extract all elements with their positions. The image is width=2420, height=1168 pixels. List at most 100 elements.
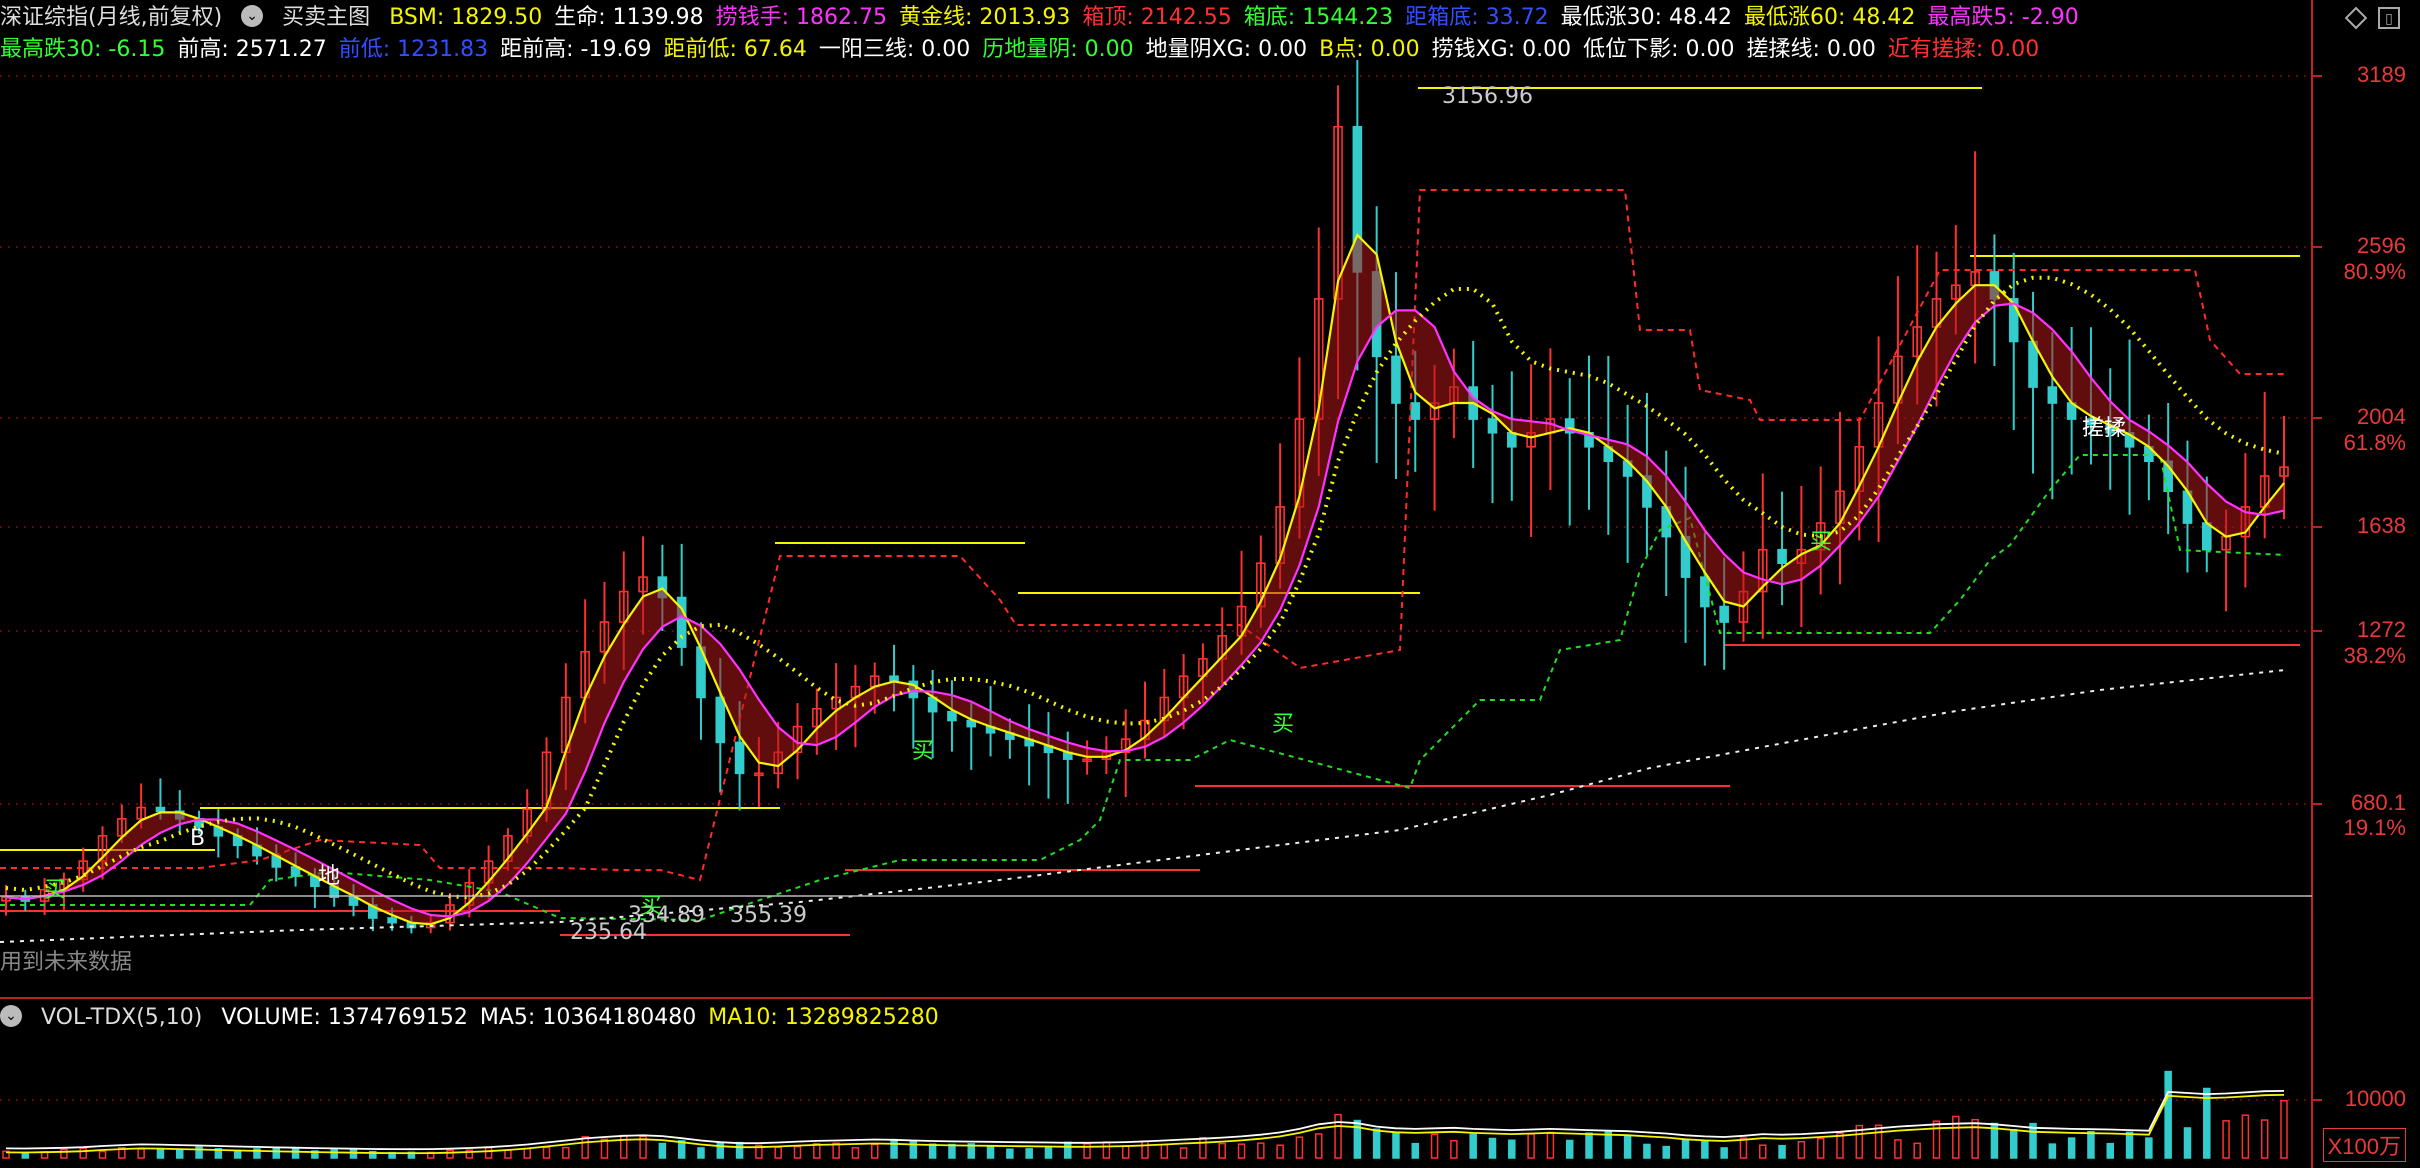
buy-marker-4: 买 [1272, 712, 1295, 737]
candlesticks[interactable] [1, 60, 2289, 934]
volume-bar [1102, 1141, 1111, 1159]
diamond-icon[interactable] [2344, 6, 2368, 30]
volume-bar [793, 1145, 802, 1159]
candle[interactable] [2047, 386, 2058, 404]
volume-bar [330, 1148, 338, 1159]
indicator-item: 捞钱XG: 0.00 [1431, 37, 1572, 62]
indicator-item: 距前低: 67.64 [663, 37, 807, 62]
formula-name[interactable]: 买卖主图 [282, 5, 370, 30]
volume-bar [1797, 1141, 1806, 1159]
indicator-item: 黄金线: 2013.93 [899, 5, 1071, 30]
volume-bar [1759, 1144, 1767, 1159]
volume-bar [542, 1146, 551, 1159]
volume-bar [1604, 1131, 1613, 1159]
candle[interactable] [715, 696, 726, 744]
candle[interactable] [2201, 522, 2212, 551]
volume-bar [1295, 1136, 1304, 1159]
volume-bar [1372, 1128, 1381, 1159]
volume-bar [1141, 1140, 1149, 1159]
chart-title[interactable]: 深证综指(月线,前复权) [0, 5, 222, 30]
price-tick-label: 1638 [2357, 513, 2406, 538]
volume-bar [1257, 1142, 1265, 1159]
volume-bar [1662, 1145, 1670, 1159]
volume-bar [1179, 1147, 1188, 1159]
indicator-item: 最低涨60: 48.42 [1743, 5, 1916, 30]
volume-bars[interactable] [2, 1070, 2288, 1159]
volume-indicator-name[interactable]: VOL-TDX(5,10) [41, 1005, 202, 1030]
volume-bar [1874, 1124, 1883, 1159]
ma-band-fill [6, 235, 2284, 925]
candle[interactable] [1700, 576, 1710, 608]
volume-bar [1894, 1139, 1902, 1159]
volume-bar [870, 1143, 879, 1159]
percent-tick-label: 80.9% [2343, 259, 2406, 284]
chevron-down-icon[interactable]: ⌄ [241, 5, 264, 27]
chevron-down-icon[interactable]: ⌄ [0, 1005, 22, 1027]
candle[interactable] [1391, 355, 1401, 404]
volume-bar [697, 1147, 705, 1159]
candle[interactable] [1719, 605, 1729, 623]
volume-bar [1430, 1133, 1439, 1159]
grid-lines [0, 75, 2312, 1101]
volume-bar [1836, 1132, 1844, 1159]
volume-bar [851, 1147, 860, 1159]
volume-bar [1952, 1115, 1960, 1159]
axes [0, 0, 2322, 1168]
buy-marker-3: 买 [912, 739, 935, 764]
volume-bar [1971, 1118, 1979, 1159]
volume-bar [1739, 1137, 1748, 1159]
buy-marker-2: 买 [640, 894, 663, 919]
volume-bar [658, 1142, 667, 1159]
volume-bar [233, 1149, 242, 1159]
indicator-item: 一阳三线: 0.00 [818, 37, 971, 62]
indicator-item: 地量阴XG: 0.00 [1145, 37, 1308, 62]
volume-bar [986, 1145, 995, 1159]
life-line [0, 669, 2286, 943]
volume-bar [1314, 1133, 1323, 1159]
volume-bar [735, 1141, 744, 1159]
volume-bar [1527, 1133, 1535, 1159]
indicator-item: 搓揉线: 0.00 [1746, 37, 1876, 62]
volume-bar [1199, 1136, 1207, 1159]
candle[interactable] [387, 917, 397, 924]
price-tick-label: 680.1 [2350, 790, 2406, 815]
volume-bar [1025, 1148, 1033, 1159]
volume-bar [2125, 1131, 2134, 1159]
volume-bar [79, 1147, 87, 1159]
candle[interactable] [155, 806, 166, 813]
window-icon[interactable]: ▯ [2378, 7, 2400, 29]
indicator-item: 前低: 1231.83 [338, 37, 489, 62]
volume-bar [1276, 1144, 1284, 1159]
future-data-note: 用到未来数据 [0, 950, 133, 975]
price-tick-label: 3189 [2357, 62, 2406, 87]
volume-bar [1720, 1147, 1728, 1159]
volume-bar [1006, 1148, 1014, 1159]
candle[interactable] [1487, 418, 1498, 434]
percent-tick-label: 19.1% [2343, 815, 2406, 840]
indicator-header-row2: 最高跌30: -6.15 前高: 2571.27 前低: 1231.83 距前高: -… [0, 34, 2063, 66]
volume-bar [677, 1140, 686, 1159]
candle[interactable] [947, 710, 957, 722]
candle[interactable] [1506, 431, 1517, 448]
volume-bar [1044, 1146, 1053, 1159]
volume-bar [156, 1147, 165, 1159]
stock-chart[interactable] [0, 0, 2420, 1168]
percent-tick-label: 61.8% [2343, 430, 2406, 455]
volume-bar [2280, 1099, 2288, 1159]
box-bottom-line [0, 454, 2286, 922]
money-hand-line [5, 302, 2285, 918]
volume-bar [1932, 1120, 1941, 1159]
volume-bar [1701, 1140, 1709, 1159]
candle[interactable] [1777, 548, 1787, 564]
volume-stat-item: MA5: 10364180480 [479, 1005, 697, 1030]
indicator-item: 历地量阴: 0.00 [982, 37, 1134, 62]
indicator-item: 近有搓揉: 0.00 [1887, 37, 2040, 62]
volume-bar [1411, 1142, 1420, 1159]
volume-bar [60, 1148, 68, 1159]
candle[interactable] [1410, 402, 1421, 420]
candle[interactable] [734, 741, 745, 775]
volume-bar [581, 1136, 589, 1159]
volume-bar [272, 1147, 281, 1159]
box-top-line [0, 189, 2285, 882]
volume-bar [2145, 1137, 2153, 1159]
